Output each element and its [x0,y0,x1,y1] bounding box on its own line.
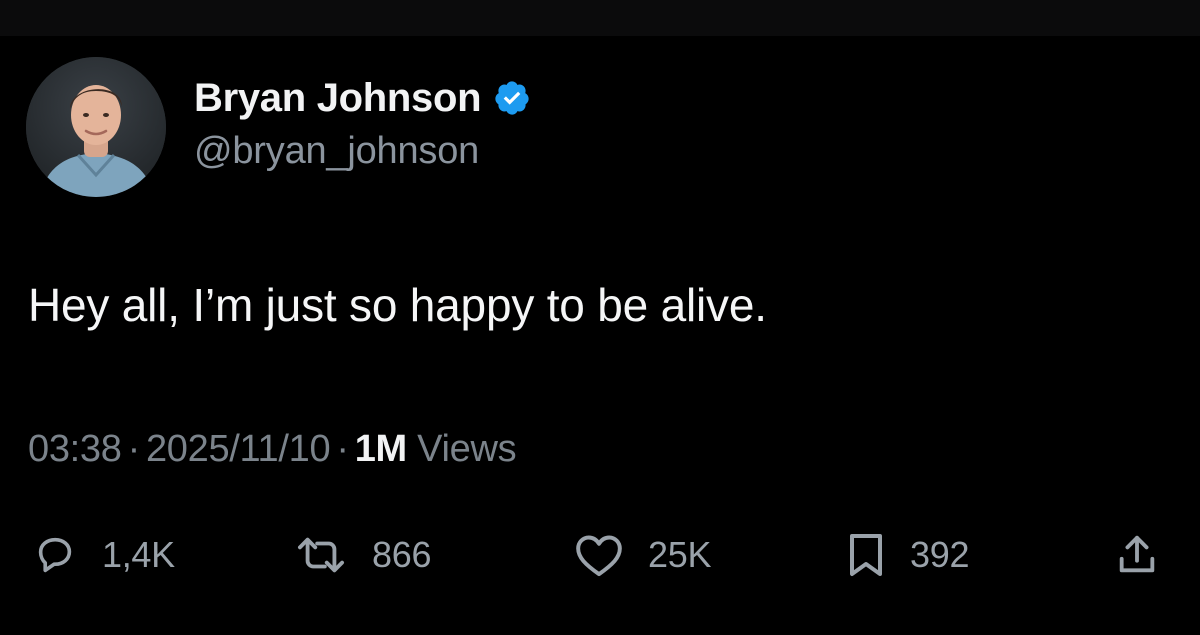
like-count: 25K [648,534,712,575]
repost-count: 866 [372,534,432,575]
tweet-text: Hey all, I’m just so happy to be alive. [28,279,767,331]
speech-bubble-icon [38,537,72,573]
tweet-time[interactable]: 03:38 [28,428,122,470]
repost-arrows-icon [298,537,345,573]
bookmark-button[interactable]: 392 [846,520,969,590]
tweet-date[interactable]: 2025/11/10 [146,428,331,470]
views-count: 1M [354,428,408,470]
meta-separator: · [127,428,141,470]
reply-count: 1,4K [102,534,175,575]
tweet-meta: 03:38 · 2025/11/10 · 1M Views [28,428,517,471]
heart-icon [576,535,622,577]
verified-badge-icon [495,81,529,115]
bookmark-icon [850,534,882,576]
reply-button[interactable]: 1,4K [32,520,175,590]
author-name-row: Bryan Johnson [194,72,531,124]
share-upload-icon [1119,535,1155,573]
meta-separator: · [336,428,349,470]
like-button[interactable]: 25K [574,520,711,590]
author-handle[interactable]: @bryan_johnson [194,130,479,173]
views-label: Views [417,428,517,470]
author-display-name[interactable]: Bryan Johnson [194,76,482,121]
bookmark-count: 392 [910,534,970,575]
action-bar: 1,4K 866 25K 392 [0,520,1200,590]
repost-button[interactable]: 866 [294,520,431,590]
tweet-card: Bryan Johnson @bryan_johnson Hey all, I’… [0,0,1200,635]
avatar[interactable] [26,57,166,197]
share-button[interactable] [1114,520,1160,590]
avatar-photo-icon [26,57,166,197]
